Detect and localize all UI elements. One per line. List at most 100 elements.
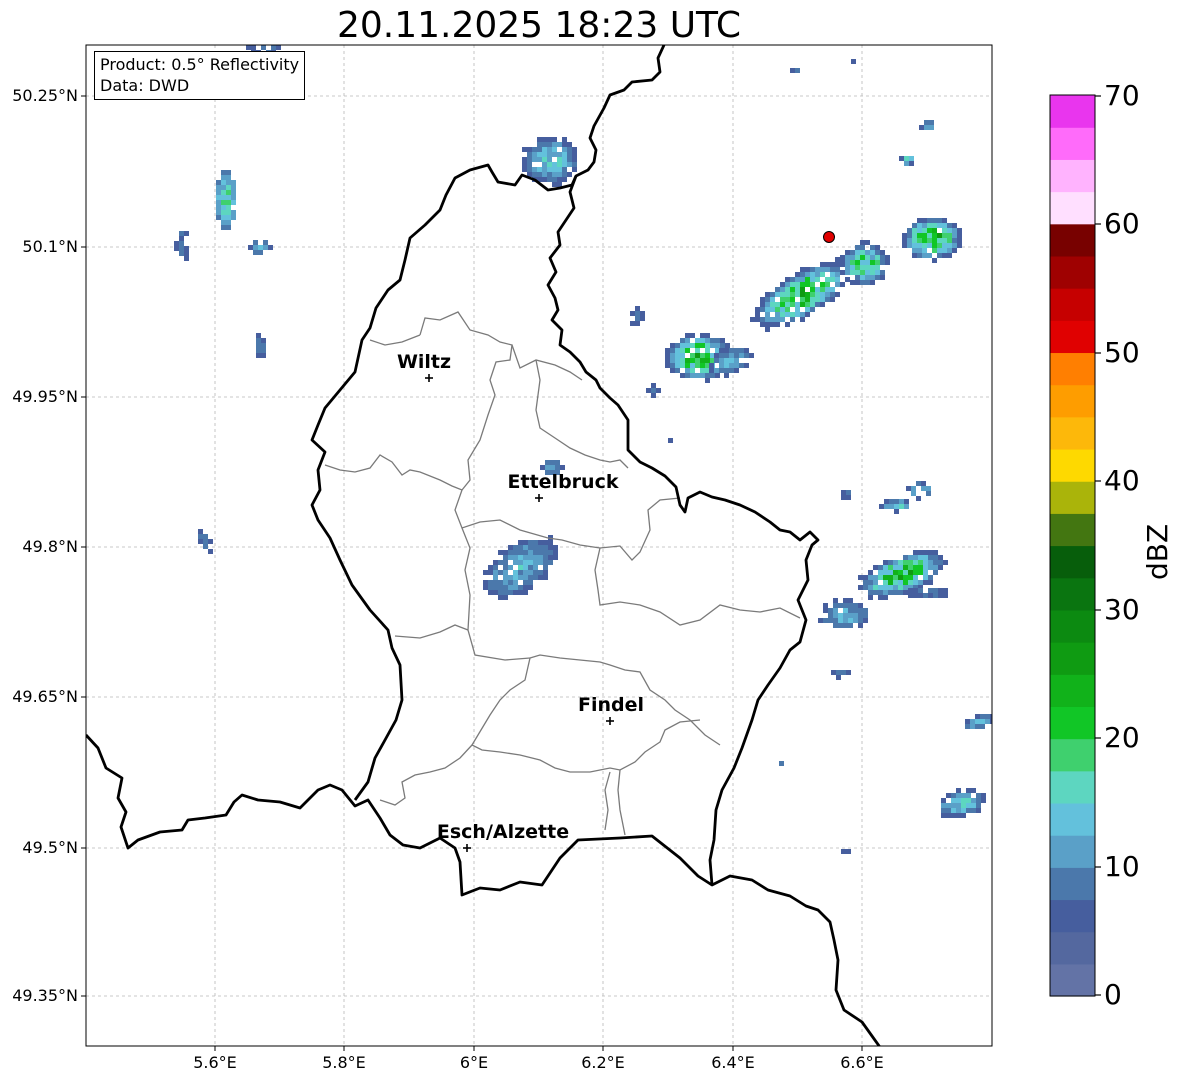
radar-echo-cell — [980, 719, 985, 724]
radar-echo-cell — [981, 798, 986, 803]
radar-echo-cell — [714, 358, 719, 363]
radar-echo-cell — [700, 338, 705, 343]
radar-echo-cell — [951, 793, 956, 798]
radar-echo-cell — [942, 243, 947, 248]
radar-echo-cell — [184, 246, 189, 251]
radar-echo-cell — [884, 504, 889, 509]
radar-echo-cell — [543, 565, 548, 570]
radar-echo-cell — [855, 265, 860, 270]
radar-echo-cell — [533, 565, 538, 570]
radar-echo-cell — [898, 570, 903, 575]
radar-echo-cell — [893, 565, 898, 570]
radar-echo-cell — [547, 147, 552, 152]
radar-echo-cell — [865, 280, 870, 285]
radar-echo-cell — [503, 575, 508, 580]
radar-echo-cell — [488, 570, 493, 575]
radar-echo-cell — [705, 353, 710, 358]
radar-echo-cell — [538, 545, 543, 550]
radar-echo-cell — [216, 215, 221, 220]
radar-echo-cell — [863, 575, 868, 580]
radar-echo-cell — [932, 258, 937, 263]
radar-echo-cell — [231, 180, 236, 185]
radar-echo-cell — [903, 590, 908, 595]
radar-echo-cell — [795, 307, 800, 312]
radar-echo-cell — [912, 243, 917, 248]
radar-echo-cell — [888, 565, 893, 570]
radar-echo-cell — [572, 152, 577, 157]
radar-echo-cell — [527, 162, 532, 167]
radar-echo-cell — [943, 588, 948, 593]
radar-echo-cell — [251, 45, 256, 50]
radar-echo-cell — [902, 243, 907, 248]
radar-echo-cell — [548, 545, 553, 550]
radar-echo-cell — [805, 277, 810, 282]
radar-echo-cell — [770, 297, 775, 302]
radar-echo-cell — [765, 302, 770, 307]
radar-echo-cell — [820, 262, 825, 267]
radar-echo-cell — [875, 275, 880, 280]
radar-echo-cell — [873, 575, 878, 580]
radar-echo-cell — [630, 311, 635, 316]
radar-echo-cell — [547, 157, 552, 162]
radar-echo-cell — [927, 238, 932, 243]
radar-echo-cell — [532, 167, 537, 172]
radar-echo-cell — [780, 292, 785, 297]
radar-echo-cell — [947, 243, 952, 248]
radar-echo-cell — [533, 560, 538, 565]
radar-echo-cell — [810, 307, 815, 312]
radar-echo-cell — [888, 580, 893, 585]
lat-tick-label: 50.1°N — [22, 237, 78, 256]
radar-echo-cell — [838, 603, 843, 608]
radar-echo-cell — [231, 185, 236, 190]
colorbar-segment — [1050, 384, 1095, 418]
radar-echo-cell — [923, 565, 928, 570]
radar-echo-cell — [685, 368, 690, 373]
radar-echo-cell — [980, 714, 985, 719]
radar-echo-cell — [537, 152, 542, 157]
radar-echo-cell — [508, 565, 513, 570]
radar-echo-cell — [870, 270, 875, 275]
radar-echo-cell — [226, 175, 231, 180]
radar-echo-cell — [179, 241, 184, 246]
radar-echo-cell — [537, 172, 542, 177]
radar-echo-cell — [941, 808, 946, 813]
radar-echo-cell — [714, 353, 719, 358]
radar-echo-cell — [744, 363, 749, 368]
radar-echo-cell — [846, 490, 851, 495]
radar-echo-cell — [567, 162, 572, 167]
radar-echo-cell — [670, 358, 675, 363]
radar-echo-cell — [860, 280, 865, 285]
radar-echo-cell — [845, 270, 850, 275]
radar-echo-cell — [734, 348, 739, 353]
radar-echo-cell — [830, 297, 835, 302]
radar-echo-cell — [174, 241, 179, 246]
radar-echo-cell — [926, 486, 931, 491]
radar-echo-cell — [785, 277, 790, 282]
radar-echo-cell — [883, 575, 888, 580]
radar-echo-cell — [868, 570, 873, 575]
radar-echo-cell — [971, 803, 976, 808]
radar-echo-cell — [734, 368, 739, 373]
radar-echo-cell — [493, 580, 498, 585]
radar-echo-cell — [680, 373, 685, 378]
radar-echo-cell — [909, 161, 914, 166]
radar-echo-cell — [271, 40, 276, 45]
radar-echo-cell — [532, 157, 537, 162]
radar-echo-cell — [221, 210, 226, 215]
radar-echo-cell — [913, 580, 918, 585]
radar-echo-cell — [528, 560, 533, 565]
radar-echo-cell — [828, 613, 833, 618]
radar-echo-cell — [208, 539, 213, 544]
radar-echo-cell — [800, 317, 805, 322]
radar-echo-cell — [952, 233, 957, 238]
radar-echo-cell — [179, 236, 184, 241]
radar-echo-cell — [825, 267, 830, 272]
radar-echo-cell — [825, 297, 830, 302]
radar-echo-cell — [800, 282, 805, 287]
radar-echo-cell — [923, 560, 928, 565]
radar-echo-cell — [744, 348, 749, 353]
radar-echo-cell — [258, 245, 263, 250]
radar-echo-cell — [528, 570, 533, 575]
radar-echo-cell — [543, 550, 548, 555]
radar-echo-cell — [680, 348, 685, 353]
